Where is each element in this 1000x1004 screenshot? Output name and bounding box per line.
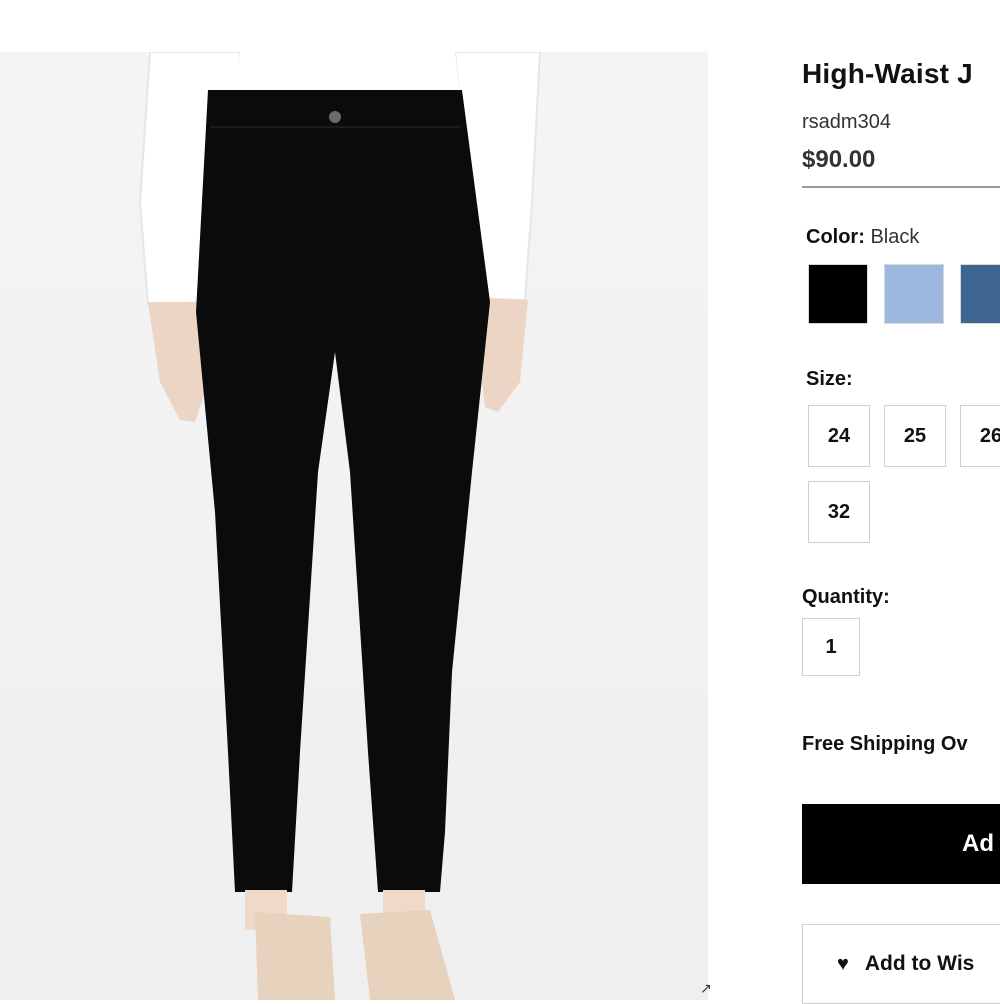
divider [802, 186, 1000, 188]
shipping-notice: Free Shipping Ov [802, 733, 968, 755]
product-image[interactable] [0, 52, 708, 1000]
jeans-button [329, 111, 341, 123]
add-to-wishlist-label: Add to Wis [864, 952, 975, 975]
color-swatch-light-blue[interactable] [884, 264, 944, 324]
add-to-cart-label: Ad [962, 830, 994, 857]
right-shoe [360, 910, 455, 1000]
size-label: Size: [806, 368, 853, 390]
quantity-input[interactable]: 1 [802, 618, 860, 676]
size-option-24[interactable]: 24 [808, 405, 870, 467]
color-swatch-black[interactable] [806, 262, 870, 326]
shirt-torso [235, 52, 460, 92]
color-label: Color: Black [806, 226, 919, 249]
heart-icon: ♥ [837, 952, 849, 975]
product-title: High-Waist J [802, 58, 973, 89]
model-illustration [138, 52, 542, 1000]
add-to-cart-button[interactable]: Ad [802, 804, 1000, 884]
size-option-32[interactable]: 32 [808, 481, 870, 543]
size-option-26[interactable]: 26 [960, 405, 1000, 467]
black-jeans [196, 90, 490, 892]
product-sku: rsadm304 [802, 111, 891, 133]
size-option-25[interactable]: 25 [884, 405, 946, 467]
product-price: $90.00 [802, 146, 876, 173]
add-to-wishlist-button[interactable]: ♥ Add to Wis [802, 924, 1000, 1004]
left-shoe [255, 912, 335, 1000]
color-label-text: Color: [806, 226, 865, 248]
expand-icon[interactable]: ↗ [700, 980, 712, 997]
quantity-label: Quantity: [802, 586, 890, 608]
color-selected-value: Black [870, 226, 920, 248]
color-swatch-medium-blue[interactable] [960, 264, 1000, 324]
